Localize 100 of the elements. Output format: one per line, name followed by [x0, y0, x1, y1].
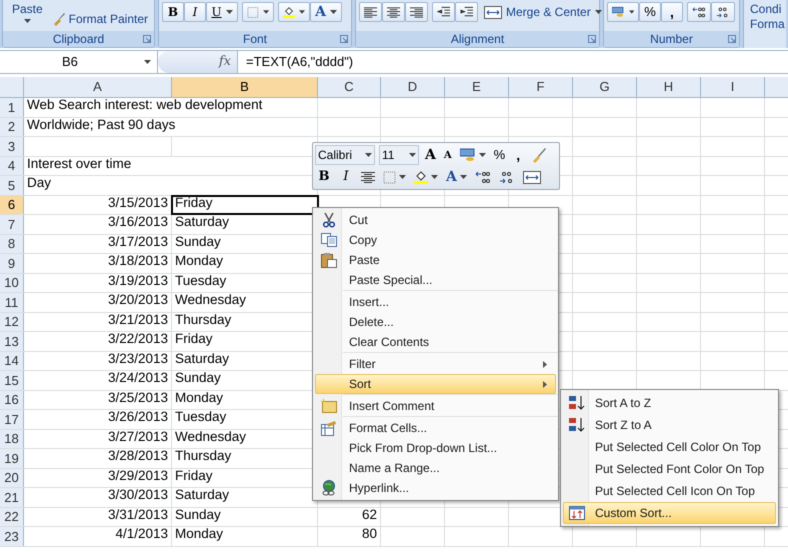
font-size-field[interactable]: 11: [379, 145, 419, 165]
menu-item[interactable]: Name a Range...: [315, 458, 556, 478]
row-header[interactable]: 2: [0, 118, 24, 136]
font-name-field[interactable]: Calibri: [315, 145, 375, 165]
table-cell-text: 3/23/2013: [108, 350, 168, 368]
dropdown-arrow-icon: [144, 60, 151, 64]
menu-item[interactable]: Filter: [315, 354, 556, 374]
menu-item[interactable]: Sort: [315, 374, 556, 394]
increase-indent-button[interactable]: [455, 2, 478, 22]
center-button[interactable]: [382, 2, 405, 22]
row-header[interactable]: 19: [0, 449, 24, 468]
dialog-launcher-icon[interactable]: [340, 35, 348, 43]
menu-item[interactable]: Insert Comment: [315, 396, 556, 416]
menu-item[interactable]: Put Selected Cell Color On Top: [563, 436, 776, 458]
bold-button[interactable]: B: [315, 167, 333, 187]
menu-item[interactable]: Clear Contents: [315, 332, 556, 352]
bold-button[interactable]: B: [162, 2, 184, 22]
table-cell-text: Monday: [175, 252, 224, 270]
merge-center-button[interactable]: Merge & Center: [482, 2, 604, 22]
dialog-launcher-icon[interactable]: [143, 35, 151, 43]
row-header[interactable]: 4: [0, 156, 24, 175]
comma-button[interactable]: ,: [511, 145, 526, 165]
row-header[interactable]: 13: [0, 332, 24, 350]
row-header[interactable]: 21: [0, 488, 24, 506]
table-cell-text: Monday: [175, 388, 224, 407]
fill-color-button[interactable]: [278, 2, 310, 22]
row-header[interactable]: 9: [0, 254, 24, 272]
row-header[interactable]: 5: [0, 176, 24, 194]
dialog-launcher-icon[interactable]: [588, 35, 596, 43]
increase-decimal-button[interactable]: [687, 2, 711, 22]
merge-cells-icon: [522, 170, 541, 184]
row-header[interactable]: 6: [0, 196, 24, 214]
copy-icon: [321, 233, 337, 247]
align-center-icon: [387, 6, 400, 18]
paste-button[interactable]: Paste: [12, 3, 43, 15]
row-header[interactable]: 7: [0, 215, 24, 234]
grow-font-button[interactable]: A: [423, 145, 438, 165]
row-header[interactable]: 15: [0, 371, 24, 390]
menu-item[interactable]: Copy: [315, 230, 556, 250]
menu-item[interactable]: Sort Z to A: [563, 414, 776, 436]
table-cell-text: 3/29/2013: [108, 466, 168, 485]
decrease-decimal-button[interactable]: [711, 2, 735, 22]
row-header[interactable]: 11: [0, 293, 24, 312]
menu-item[interactable]: Pick From Drop-down List...: [315, 438, 556, 458]
name-box[interactable]: B6: [0, 51, 158, 73]
font-color-button[interactable]: A: [310, 2, 342, 22]
row-header[interactable]: 14: [0, 352, 24, 370]
comma-button[interactable]: ,: [661, 2, 683, 22]
accounting-format-button[interactable]: [607, 2, 639, 22]
align-right-button[interactable]: [405, 2, 428, 22]
row-header[interactable]: 1: [0, 98, 24, 116]
clipboard-icon: [321, 252, 337, 268]
menu-item[interactable]: Put Selected Cell Icon On Top: [563, 480, 776, 502]
row-header[interactable]: 20: [0, 468, 24, 487]
table-cell-text: Wednesday: [175, 291, 246, 310]
dialog-launcher-icon[interactable]: [728, 35, 736, 43]
insert-function-button[interactable]: fx: [218, 52, 231, 72]
row-header[interactable]: 8: [0, 234, 24, 253]
menu-item[interactable]: Paste Special...: [315, 270, 556, 290]
row-header[interactable]: 22: [0, 508, 24, 526]
row-header[interactable]: 16: [0, 390, 24, 409]
menu-item[interactable]: Delete...: [315, 312, 556, 332]
row-header[interactable]: 17: [0, 410, 24, 428]
decrease-indent-button[interactable]: [432, 2, 455, 22]
menu-item[interactable]: Paste: [315, 250, 556, 270]
menu-item[interactable]: Hyperlink...: [315, 478, 556, 498]
sort-descending-icon: [568, 417, 586, 433]
menu-item[interactable]: Sort A to Z: [563, 392, 776, 414]
menu-item[interactable]: Custom Sort...: [563, 502, 776, 524]
menu-item[interactable]: Insert...: [315, 292, 556, 312]
shrink-font-button[interactable]: A: [442, 145, 454, 165]
row-header[interactable]: 18: [0, 430, 24, 448]
formula-input[interactable]: =TEXT(A6,"dddd"): [238, 51, 788, 73]
align-left-button[interactable]: [359, 2, 382, 22]
note-icon: [321, 398, 337, 414]
conditional-formatting-button[interactable]: Condi: [750, 2, 786, 17]
menu-item[interactable]: Put Selected Font Color On Top: [563, 458, 776, 480]
table-cell-text: 3/15/2013: [108, 194, 168, 212]
font-color-button[interactable]: A: [444, 167, 469, 187]
menu-item[interactable]: Cut: [315, 210, 556, 230]
dropdown-arrow-icon: [431, 175, 438, 179]
row-header[interactable]: 3: [0, 137, 24, 156]
align-right-icon: [410, 6, 423, 18]
table-cell-text: 3/30/2013: [108, 486, 168, 504]
menu-item[interactable]: Format Cells...: [315, 418, 556, 438]
percent-button[interactable]: %: [492, 145, 508, 165]
group-label: Font: [242, 31, 267, 48]
percent-button[interactable]: %: [639, 2, 661, 22]
row-header[interactable]: 23: [0, 527, 24, 546]
money-icon: [612, 5, 625, 19]
underline-button[interactable]: U: [206, 2, 238, 22]
row-header[interactable]: 12: [0, 312, 24, 331]
row-header[interactable]: 10: [0, 274, 24, 292]
italic-button[interactable]: I: [337, 167, 355, 187]
format-painter-button[interactable]: Format Painter: [68, 10, 148, 28]
italic-button[interactable]: I: [184, 2, 206, 22]
submenu-arrow-icon: [543, 380, 547, 388]
dropdown-arrow-icon: [24, 19, 31, 23]
table-cell-text: Saturday: [175, 213, 230, 232]
column-header[interactable]: B: [172, 77, 318, 97]
